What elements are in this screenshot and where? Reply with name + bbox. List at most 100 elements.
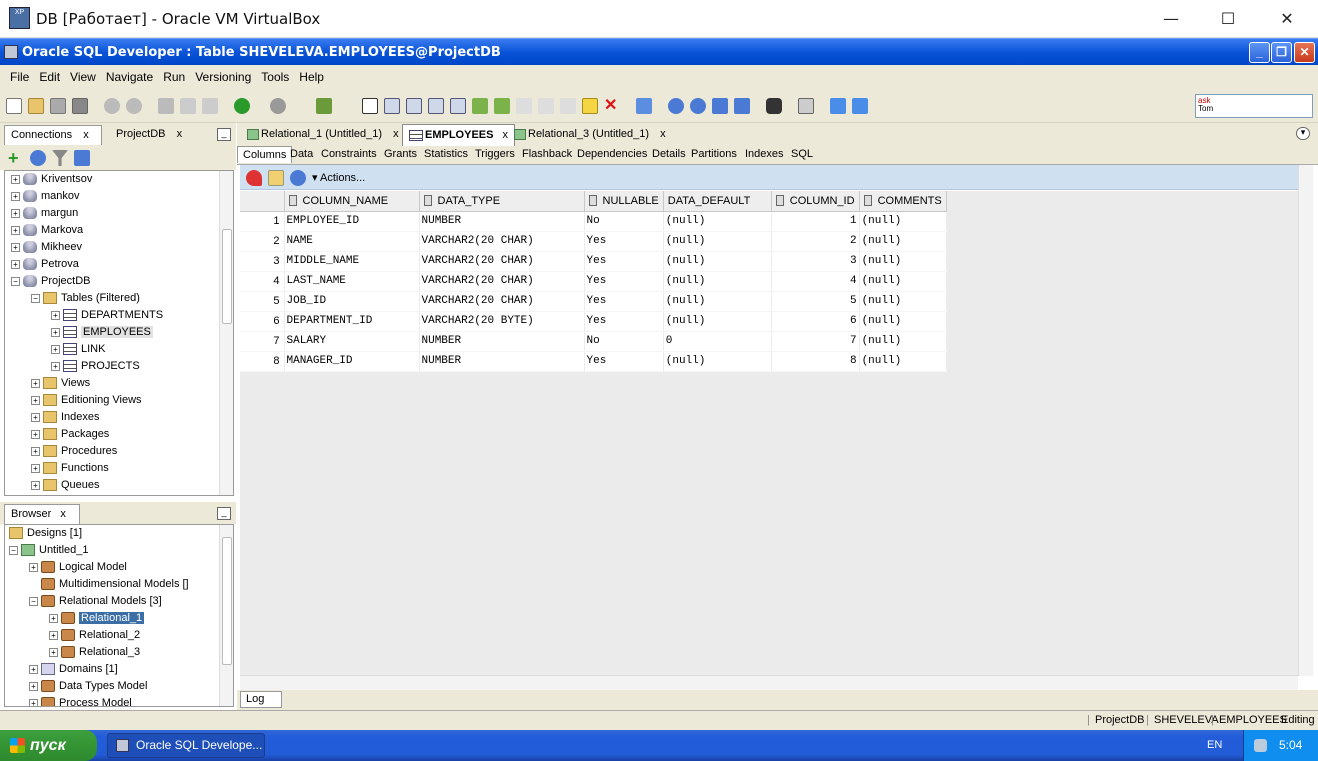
merge-tables-icon[interactable] <box>450 98 466 114</box>
cell-nullable[interactable]: No <box>584 331 664 352</box>
cell-column-name[interactable]: MIDDLE_NAME <box>284 251 420 272</box>
fit-screen-icon[interactable] <box>712 98 728 114</box>
cell-column-id[interactable]: 6 <box>771 311 860 332</box>
pin-icon[interactable] <box>246 170 262 186</box>
subtab-details[interactable]: Details <box>652 148 686 160</box>
tree-item-mankov[interactable]: + mankov <box>11 188 80 205</box>
cell-column-id[interactable]: 8 <box>771 351 860 372</box>
cell-data-default[interactable]: (null) <box>663 311 772 332</box>
network-icon[interactable] <box>1254 739 1267 752</box>
menu-view[interactable]: View <box>65 65 101 89</box>
cell-column-id[interactable]: 7 <box>771 331 860 352</box>
header-data-type[interactable]: DATA_TYPE <box>419 191 585 212</box>
header-column-name[interactable]: COLUMN_NAME <box>284 191 420 212</box>
filter-icon[interactable] <box>52 150 68 166</box>
connections-scrollbar[interactable] <box>219 171 233 495</box>
select-pointer-icon[interactable] <box>362 98 378 114</box>
cell-column-name[interactable]: DEPARTMENT_ID <box>284 311 420 332</box>
sql-worksheet-icon[interactable] <box>316 98 332 114</box>
default-size-icon[interactable] <box>734 98 750 114</box>
browser-item-multidimensional[interactable]: Multidimensional Models [] <box>41 576 189 593</box>
tab-relational-3[interactable]: Relational_3 (Untitled_1) x <box>508 124 672 146</box>
tab-browser[interactable]: Browser x <box>4 504 80 524</box>
tab-projectdb[interactable]: ProjectDB x <box>110 125 200 145</box>
header-data-default[interactable]: DATA_DEFAULT <box>663 191 772 212</box>
cell-column-id[interactable]: 5 <box>771 291 860 312</box>
forward-navigate-icon[interactable] <box>270 98 286 114</box>
zoom-out-icon[interactable] <box>690 98 706 114</box>
tree-item-petrova[interactable]: + Petrova <box>11 256 79 273</box>
new-relation-icon[interactable] <box>494 98 510 114</box>
subtab-triggers[interactable]: Triggers <box>475 148 515 160</box>
tree-item-employees[interactable]: + EMPLOYEES <box>51 324 153 341</box>
table-row[interactable]: 4 LAST_NAME VARCHAR2(20 CHAR) Yes (null) 4 (nu… <box>240 271 947 292</box>
tab-employees[interactable]: EMPLOYEES x <box>402 124 516 146</box>
subtab-partitions[interactable]: Partitions <box>691 148 737 160</box>
minimize-panel-icon[interactable]: _ <box>217 128 231 141</box>
connections-scroll-thumb[interactable] <box>222 229 232 324</box>
cell-comments[interactable]: (null) <box>859 231 947 252</box>
collapse-icon[interactable] <box>636 98 652 114</box>
cell-comments[interactable]: (null) <box>859 351 947 372</box>
table-row[interactable]: 8 MANAGER_ID NUMBER Yes (null) 8 (null) <box>240 351 947 372</box>
cell-data-type[interactable]: NUMBER <box>419 211 585 232</box>
browser-item-data-types[interactable]: + Data Types Model <box>29 678 147 695</box>
save-icon[interactable] <box>50 98 66 114</box>
app-close-button[interactable]: ✕ <box>1294 42 1315 63</box>
cell-column-name[interactable]: NAME <box>284 231 420 252</box>
subtab-statistics[interactable]: Statistics <box>424 148 468 160</box>
print-icon[interactable] <box>798 98 814 114</box>
zoom-in-icon[interactable] <box>668 98 684 114</box>
menu-versioning[interactable]: Versioning <box>190 65 256 89</box>
add-connection-icon[interactable]: + <box>8 149 24 167</box>
menu-file[interactable]: File <box>5 65 34 89</box>
minimize-browser-icon[interactable]: _ <box>217 507 231 520</box>
tree-item-procedures[interactable]: + Procedures <box>31 443 117 460</box>
back-navigate-icon[interactable] <box>234 98 250 114</box>
save-all-icon[interactable] <box>72 98 88 114</box>
subtab-columns[interactable]: Columns <box>237 146 293 163</box>
cell-data-type[interactable]: VARCHAR2(20 CHAR) <box>419 291 585 312</box>
subtab-indexes[interactable]: Indexes <box>745 148 784 160</box>
cell-column-id[interactable]: 4 <box>771 271 860 292</box>
cell-column-name[interactable]: MANAGER_ID <box>284 351 420 372</box>
tree-item-projects[interactable]: + PROJECTS <box>51 358 140 375</box>
tab-relational-1[interactable]: Relational_1 (Untitled_1) x <box>241 124 405 146</box>
browser-item-designs[interactable]: Designs [1] <box>9 525 82 542</box>
cell-data-default[interactable]: (null) <box>663 251 772 272</box>
new-fk-icon[interactable] <box>472 98 488 114</box>
schema-browser-icon[interactable] <box>74 150 90 166</box>
table-row[interactable]: 1 EMPLOYEE_ID NUMBER No (null) 1 (null) <box>240 211 947 232</box>
tab-connections[interactable]: Connections x <box>4 125 102 145</box>
maximize-button[interactable]: ☐ <box>1205 6 1251 32</box>
table-row[interactable]: 2 NAME VARCHAR2(20 CHAR) Yes (null) 2 (null) <box>240 231 947 252</box>
tree-item-departments[interactable]: + DEPARTMENTS <box>51 307 163 324</box>
tree-item-queues[interactable]: + Queues <box>31 477 100 494</box>
browser-item-logical-model[interactable]: + Logical Model <box>29 559 127 576</box>
tree-item-mikheev[interactable]: + Mikheev <box>11 239 82 256</box>
undo-icon[interactable] <box>104 98 120 114</box>
cell-column-id[interactable]: 3 <box>771 251 860 272</box>
subtab-sql[interactable]: SQL <box>791 148 813 160</box>
tree-item-views[interactable]: + Views <box>31 375 90 392</box>
refresh-icon[interactable] <box>30 150 46 166</box>
subtab-flashback[interactable]: Flashback <box>522 148 572 160</box>
cell-nullable[interactable]: Yes <box>584 251 664 272</box>
paste-icon[interactable] <box>202 98 218 114</box>
start-button[interactable]: пуск <box>0 730 97 761</box>
subtab-constraints[interactable]: Constraints <box>321 148 377 160</box>
cell-comments[interactable]: (null) <box>859 311 947 332</box>
cell-column-name[interactable]: EMPLOYEE_ID <box>284 211 420 232</box>
tree-item-tables[interactable]: − Tables (Filtered) <box>31 290 140 307</box>
browser-item-untitled[interactable]: − Untitled_1 <box>9 542 89 559</box>
tree-item-kriventsov[interactable]: + Kriventsov <box>11 171 92 188</box>
cut-icon[interactable] <box>158 98 174 114</box>
ask-tom-search[interactable]: ask Tom <box>1195 94 1313 118</box>
cell-column-name[interactable]: SALARY <box>284 331 420 352</box>
tree-item-margun[interactable]: + margun <box>11 205 78 222</box>
subtab-dependencies[interactable]: Dependencies <box>577 148 647 160</box>
grid-vertical-scrollbar[interactable] <box>1298 165 1313 676</box>
minimize-button[interactable]: — <box>1148 6 1194 32</box>
tree-item-projectdb[interactable]: − ProjectDB <box>11 273 91 290</box>
delete-icon[interactable]: ✕ <box>604 98 620 114</box>
